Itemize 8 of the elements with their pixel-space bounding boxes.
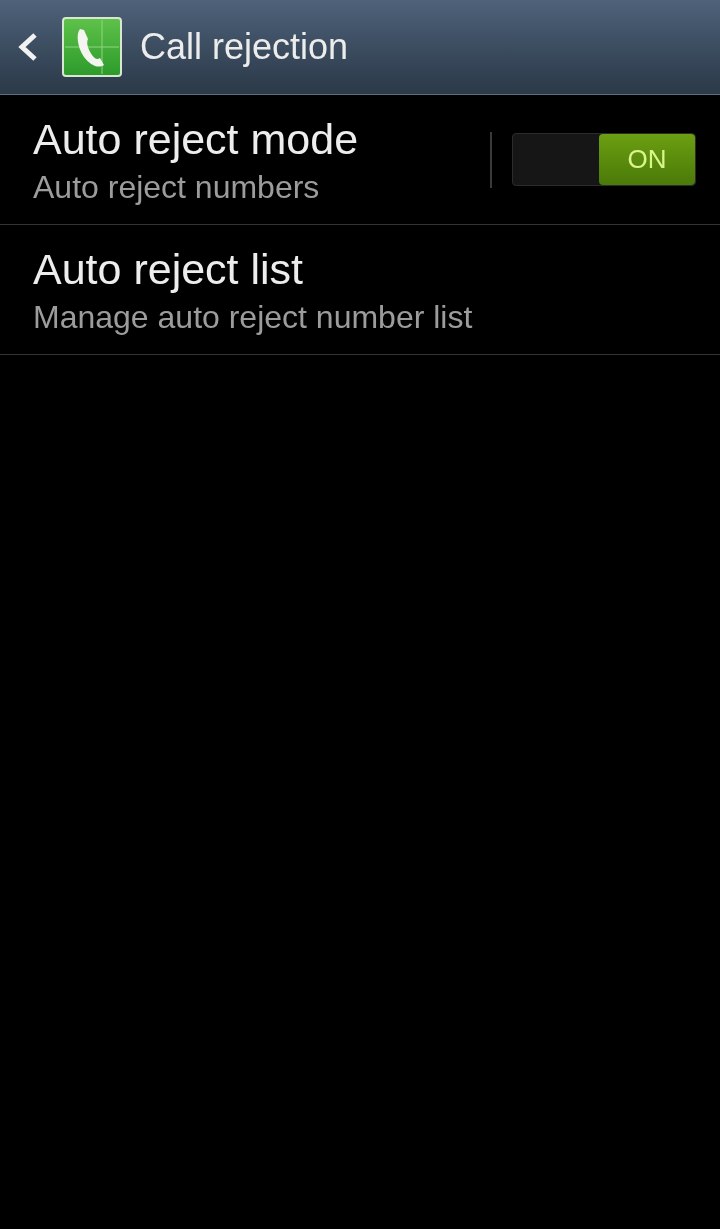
screen-title: Call rejection	[140, 29, 349, 65]
setting-title: Auto reject list	[33, 243, 305, 295]
toggle-switch[interactable]: ON	[512, 133, 696, 186]
setting-title: Auto reject mode	[33, 113, 360, 165]
phone-app-icon	[62, 17, 122, 77]
setting-description: Manage auto reject number list	[33, 297, 474, 337]
toggle-thumb: ON	[599, 134, 695, 185]
setting-description: Auto reject numbers	[33, 167, 321, 207]
